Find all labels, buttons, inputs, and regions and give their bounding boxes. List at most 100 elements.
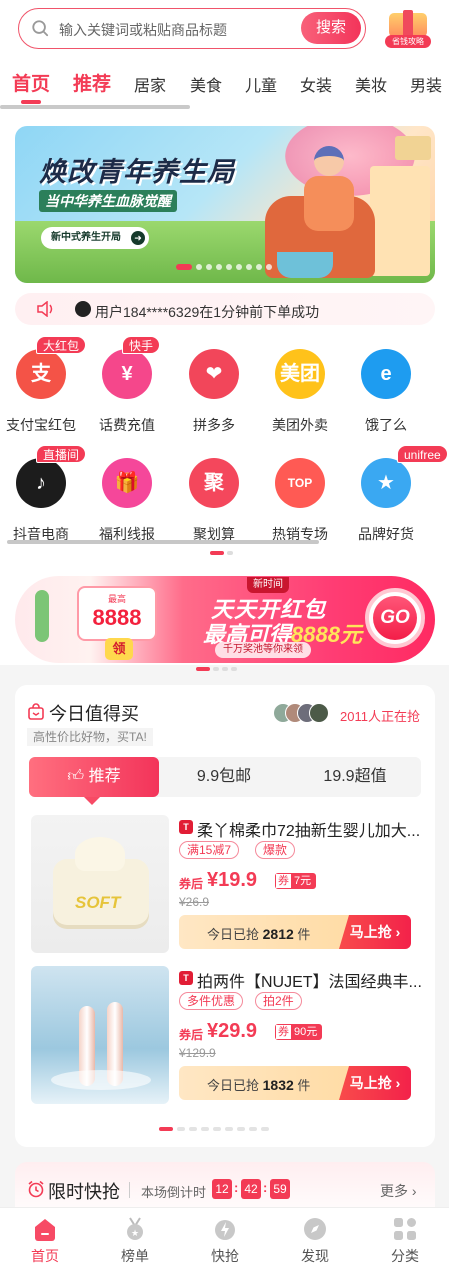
shortcut-item[interactable]: 聚聚划算: [173, 458, 255, 550]
page-dot-active: [196, 667, 210, 671]
page-dot: [227, 551, 233, 555]
shortcut-label: 拼多多: [193, 417, 235, 433]
sold-unit: 件: [297, 1078, 311, 1093]
shortcut-badge: unifree: [397, 445, 448, 463]
page-dot-active: [210, 551, 224, 555]
tab-deals-recommend[interactable]: 👍︎ 推荐: [29, 757, 159, 797]
avatar: [75, 301, 91, 317]
shortcut-icon: ♪: [36, 472, 46, 494]
search-button[interactable]: 搜索: [301, 12, 361, 44]
nav-flash-label: 快抢: [211, 1248, 239, 1264]
tab-deals-9-9[interactable]: 9.9包邮: [159, 757, 289, 797]
tab-home-living[interactable]: 居家: [134, 72, 166, 96]
nav-ranking-label: 榜单: [121, 1248, 149, 1264]
countdown-colon: :: [263, 1180, 268, 1195]
shortcut-icon: ❤: [205, 363, 223, 385]
today-deals-title: 今日值得买: [49, 704, 139, 724]
more-link[interactable]: 更多 ›: [380, 1181, 417, 1201]
promo-banner[interactable]: 焕改青年养生局 当中华养生血脉觉醒 新中式养生开局 ➜: [15, 126, 435, 283]
shortcut-badge: 快手: [122, 336, 161, 354]
buy-now-button[interactable]: 马上抢 ›: [339, 915, 411, 949]
go-button[interactable]: GO: [365, 588, 425, 648]
category-scrollbar[interactable]: [0, 105, 190, 109]
shortcut-scrollbar[interactable]: [7, 540, 319, 544]
search-icon: [32, 20, 49, 37]
red-packet-card-amount: 8888: [92, 605, 142, 630]
buy-now-button[interactable]: 马上抢 ›: [339, 1066, 411, 1100]
tab-men[interactable]: 男装: [410, 72, 442, 96]
page-dot: [231, 667, 237, 671]
shortcut-item[interactable]: e 饿了么: [345, 349, 427, 441]
shortcut-icon: 美团: [280, 363, 320, 385]
shortcut-item[interactable]: ♪ 抖音电商 直播间: [0, 445, 87, 550]
banner-person-head: [314, 146, 344, 176]
chevron-right-icon: ›: [395, 1075, 401, 1091]
coupon-badge: 券 90元: [275, 1024, 323, 1040]
banner-dot: [236, 264, 242, 270]
savings-guide-button[interactable]: 省钱攻略: [383, 10, 433, 48]
go-button-label: GO: [373, 596, 417, 640]
product-tag: 多件优惠: [179, 992, 244, 1010]
tab-deals-19-9[interactable]: 19.9超值: [289, 757, 421, 797]
countdown-label: 本场倒计时: [141, 1185, 207, 1200]
red-packet-banner[interactable]: 最高 8888 领 天天开红包 最高可得8888元 千万奖池等你来领 GO: [15, 576, 435, 663]
tab-women[interactable]: 女装: [300, 72, 332, 96]
original-price: ¥129.9: [179, 1046, 216, 1060]
nav-flash[interactable]: 快抢: [180, 1208, 270, 1269]
prize-pool-pill: 千万奖池等你来领: [215, 642, 311, 658]
price-label: 券后: [179, 877, 204, 891]
coupon-badge: 券 7元: [275, 873, 317, 889]
product-image[interactable]: [31, 966, 169, 1104]
product-card[interactable]: T 拍两件【NUJET】法国经典丰... 多件优惠 拍2件 券后 ¥29.9 券 90元 ¥12…: [31, 966, 423, 1104]
price-label: 券后: [179, 1028, 204, 1042]
arrow-right-icon: ➜: [131, 231, 145, 245]
sold-prefix: 今日已抢: [207, 927, 260, 942]
flash-sale-title: 限时快抢: [48, 1182, 120, 1202]
page-dot: [213, 667, 219, 671]
shortcut-item[interactable]: TOP 热销专场: [259, 458, 341, 550]
shortcut-item[interactable]: ❤ 拼多多: [173, 349, 255, 441]
lightning-icon: [215, 1220, 235, 1240]
nav-discover[interactable]: 发现: [270, 1208, 360, 1269]
sold-count: 今日已抢 2812 件: [207, 924, 310, 943]
shortcut-icon: 支: [31, 363, 51, 385]
shortcut-item[interactable]: ¥ 话费充值 快手: [86, 336, 168, 441]
banner-illustration: [300, 146, 355, 241]
product-card[interactable]: SOFT T 柔丫棉柔巾72抽新生婴儿加大... 满15减7 爆款 券后 ¥19.9 券 7元 ¥…: [31, 815, 423, 953]
search-input[interactable]: 输入关键词或粘贴商品标题: [59, 20, 227, 40]
avatar: [309, 703, 329, 723]
red-packet-tag: 新时间: [247, 577, 289, 593]
banner-foot-bath: [277, 252, 333, 278]
chevron-right-icon: ›: [395, 924, 401, 940]
tab-kids[interactable]: 儿童: [245, 72, 277, 96]
shortcut-item[interactable]: 美团 美团外卖: [259, 349, 341, 441]
nav-home-label: 首页: [31, 1248, 59, 1264]
shortcut-item[interactable]: 🎁 福利线报: [86, 458, 168, 550]
tab-recommend[interactable]: 推荐: [73, 69, 111, 96]
tab-home[interactable]: 首页: [12, 69, 50, 96]
nav-ranking[interactable]: ★ 榜单: [90, 1208, 180, 1269]
active-tab-indicator: [21, 100, 41, 104]
nav-category[interactable]: 分类: [360, 1208, 449, 1269]
product-image[interactable]: SOFT: [31, 815, 169, 953]
product-price: ¥19.9: [207, 869, 258, 891]
alarm-clock-icon: [28, 1180, 44, 1198]
tab-beauty[interactable]: 美妆: [355, 72, 387, 96]
banner-dot: [196, 264, 202, 270]
banner-dot: [256, 264, 262, 270]
search-box[interactable]: 输入关键词或粘贴商品标题 搜索: [18, 8, 366, 49]
countdown-minutes: 42: [241, 1179, 261, 1199]
page-dot-active: [159, 1127, 173, 1131]
shortcut-label: 话费充值: [99, 417, 155, 433]
shortcut-item[interactable]: ★ 品牌好货 unifree: [345, 445, 448, 550]
shortcut-icon: e: [380, 363, 392, 385]
nav-home[interactable]: 首页: [0, 1208, 90, 1269]
buy-now-label: 马上抢: [349, 924, 392, 940]
tab-food[interactable]: 美食: [190, 72, 222, 96]
coupon-mark: 券: [276, 1025, 291, 1039]
shortcut-item[interactable]: 支支付宝红包 大红包: [0, 336, 87, 441]
page-dot: [225, 1127, 233, 1131]
page-dot: [249, 1127, 257, 1131]
banner-cta-button[interactable]: 新中式养生开局 ➜: [41, 227, 149, 249]
shortcut-badge: 大红包: [36, 336, 87, 354]
